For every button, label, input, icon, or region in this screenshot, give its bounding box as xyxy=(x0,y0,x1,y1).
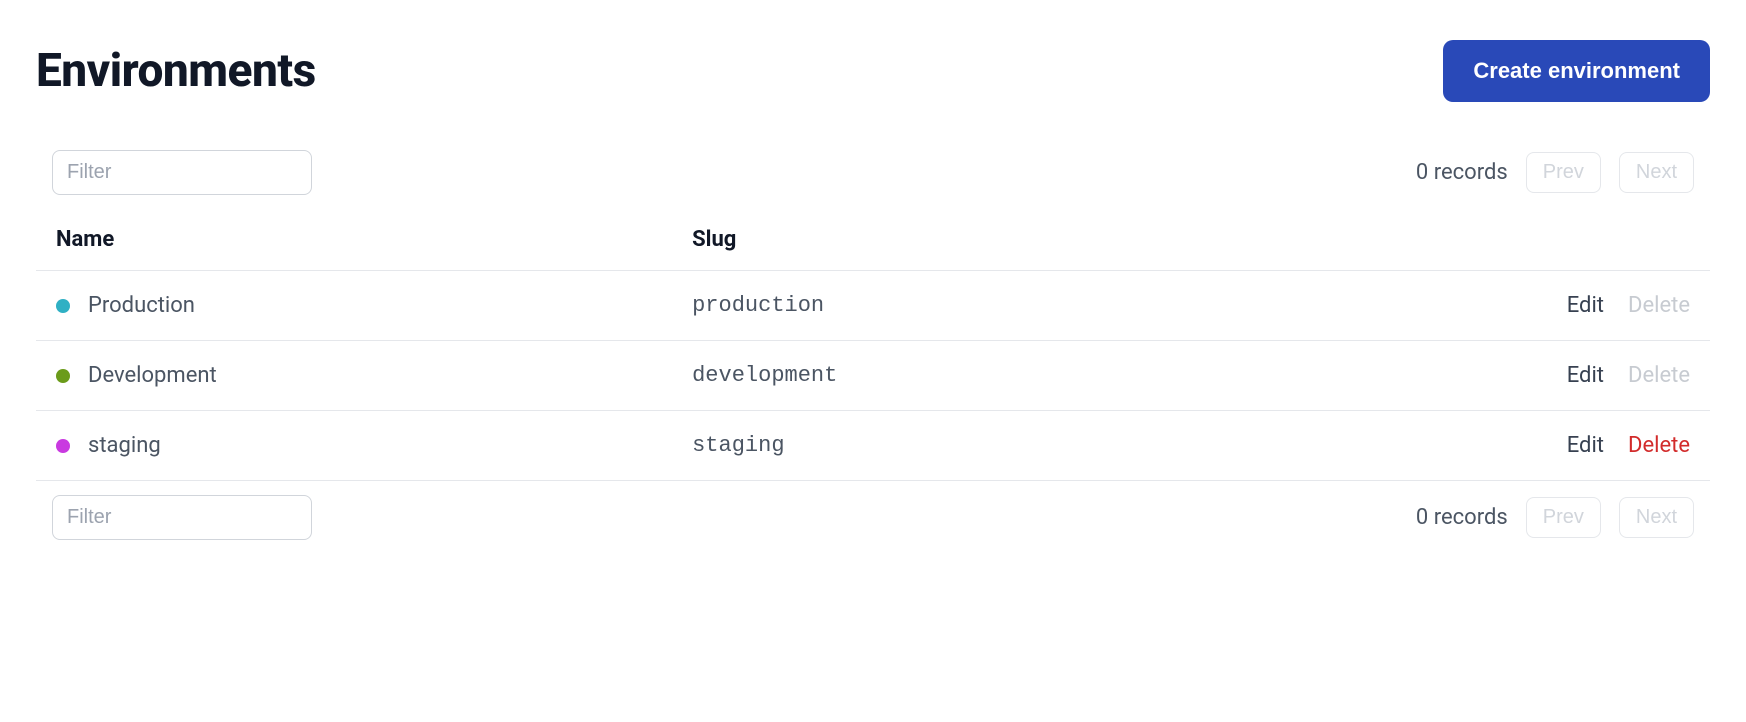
delete-link: Delete xyxy=(1628,363,1690,388)
environment-name-cell: staging xyxy=(56,433,652,458)
edit-link[interactable]: Edit xyxy=(1567,363,1604,388)
filter-input-top[interactable] xyxy=(52,150,312,195)
records-count-bottom: 0 records xyxy=(1416,505,1508,530)
next-button-bottom[interactable]: Next xyxy=(1619,497,1694,538)
bottom-toolbar-right: 0 records Prev Next xyxy=(1416,497,1694,538)
status-dot-icon xyxy=(56,369,70,383)
status-dot-icon xyxy=(56,299,70,313)
delete-link: Delete xyxy=(1628,293,1690,318)
top-toolbar-right: 0 records Prev Next xyxy=(1416,152,1694,193)
records-count-top: 0 records xyxy=(1416,160,1508,185)
table-row: Production production Edit Delete xyxy=(36,271,1710,341)
environment-name: Production xyxy=(88,293,195,318)
environment-slug: development xyxy=(672,341,1375,411)
environment-slug: production xyxy=(672,271,1375,341)
table-row: staging staging Edit Delete xyxy=(36,411,1710,481)
environment-name: staging xyxy=(88,433,161,458)
delete-link[interactable]: Delete xyxy=(1628,433,1690,458)
row-actions: Edit Delete xyxy=(1375,411,1710,481)
environments-table: Name Slug Production production Edit Delete… xyxy=(36,209,1710,481)
create-environment-button[interactable]: Create environment xyxy=(1443,40,1710,102)
environment-name-cell: Production xyxy=(56,293,652,318)
bottom-toolbar: 0 records Prev Next xyxy=(36,481,1710,540)
page-title: Environments xyxy=(36,44,316,98)
next-button-top[interactable]: Next xyxy=(1619,152,1694,193)
table-row: Development development Edit Delete xyxy=(36,341,1710,411)
prev-button-bottom[interactable]: Prev xyxy=(1526,497,1601,538)
prev-button-top[interactable]: Prev xyxy=(1526,152,1601,193)
edit-link[interactable]: Edit xyxy=(1567,433,1604,458)
status-dot-icon xyxy=(56,439,70,453)
row-actions: Edit Delete xyxy=(1375,341,1710,411)
column-header-name: Name xyxy=(36,209,672,271)
page-header: Environments Create environment xyxy=(36,40,1710,102)
column-header-actions xyxy=(1375,209,1710,271)
environment-name-cell: Development xyxy=(56,363,652,388)
environment-name: Development xyxy=(88,363,217,388)
column-header-slug: Slug xyxy=(672,209,1375,271)
top-toolbar: 0 records Prev Next xyxy=(36,150,1710,209)
edit-link[interactable]: Edit xyxy=(1567,293,1604,318)
environment-slug: staging xyxy=(672,411,1375,481)
row-actions: Edit Delete xyxy=(1375,271,1710,341)
filter-input-bottom[interactable] xyxy=(52,495,312,540)
